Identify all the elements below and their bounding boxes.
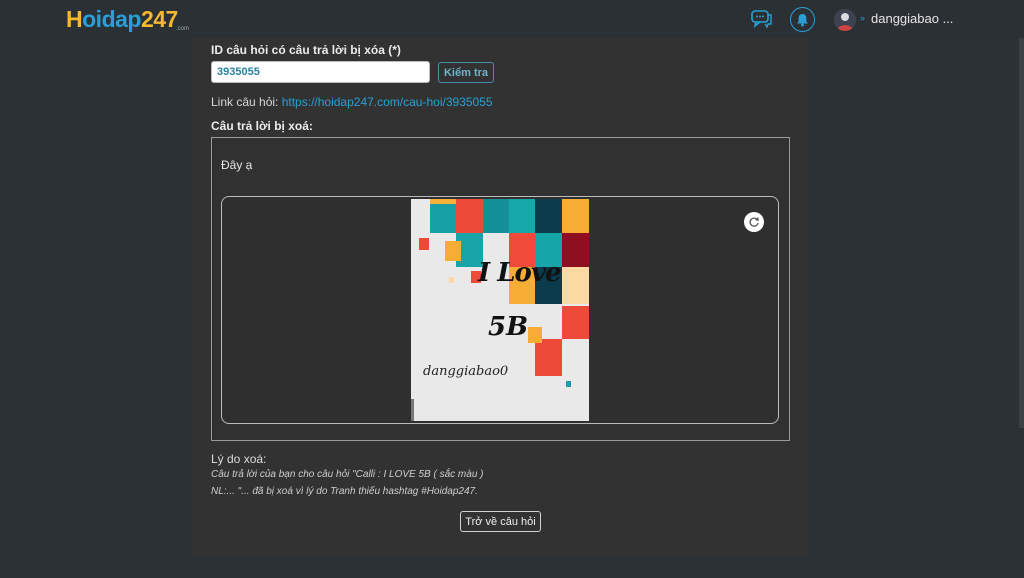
image-text-5b: 5B: [488, 312, 529, 342]
question-id-input[interactable]: [211, 61, 430, 83]
delete-reason-line-1: Câu trả lời của bạn cho câu hỏi "Calli :…: [211, 469, 484, 480]
rotate-icon: [749, 217, 759, 227]
image-text-i-love: I Love: [478, 258, 561, 288]
logo-domain: .com: [176, 26, 190, 32]
delete-reason-line-2: NL:... "... đã bị xoá vì lý do Tranh thi…: [211, 486, 478, 497]
chat-bubbles-icon[interactable]: [751, 9, 773, 29]
bell-icon: [797, 13, 808, 26]
user-avatar[interactable]: [834, 9, 856, 31]
image-signature: danggiabao0: [423, 364, 509, 379]
notifications-button[interactable]: [790, 7, 815, 32]
username-menu[interactable]: danggiabao ...: [871, 11, 953, 26]
rotate-image-button[interactable]: [744, 212, 764, 232]
hoidap247-logo[interactable]: Hoidap247: [66, 6, 178, 32]
question-id-label: ID câu hỏi có câu trả lời bị xóa (*): [211, 43, 401, 57]
question-link[interactable]: https://hoidap247.com/cau-hoi/3935055: [282, 95, 493, 109]
back-to-question-button[interactable]: Trở về câu hỏi: [460, 511, 541, 532]
user-menu-caret-icon[interactable]: »: [860, 13, 865, 23]
page-scrollbar[interactable]: [1019, 38, 1024, 428]
answer-text: Đây ạ: [221, 158, 253, 172]
deleted-answer-label: Câu trả lời bị xoá:: [211, 119, 313, 133]
question-link-row: Link câu hỏi: https://hoidap247.com/cau-…: [211, 95, 493, 109]
answer-image[interactable]: [411, 199, 589, 421]
delete-reason-label: Lý do xoá:: [211, 452, 267, 466]
check-button[interactable]: Kiểm tra: [438, 62, 494, 83]
